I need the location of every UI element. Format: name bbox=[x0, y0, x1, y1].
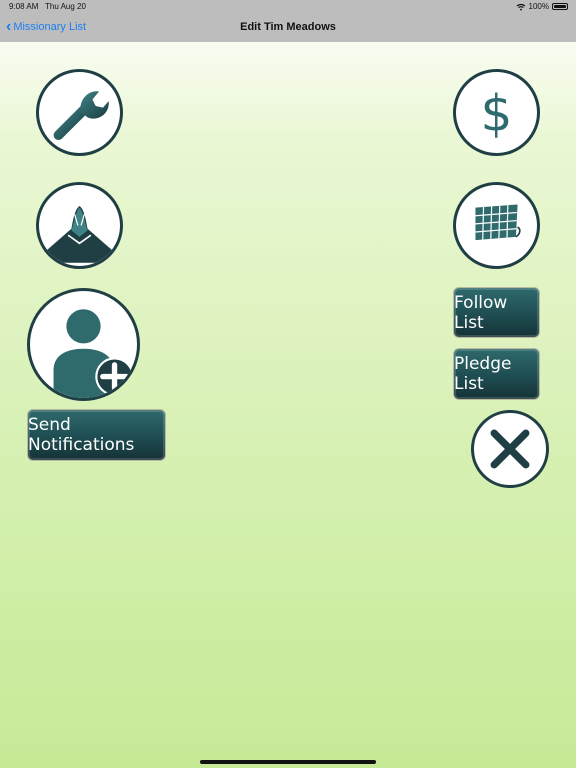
wrench-button[interactable] bbox=[36, 69, 123, 156]
calendar-button[interactable] bbox=[453, 182, 540, 269]
pledge-list-button[interactable]: Pledge List bbox=[453, 348, 540, 400]
home-indicator bbox=[200, 760, 376, 764]
navigation-bar: ‹ Missionary List Edit Tim Meadows bbox=[0, 14, 576, 42]
wrench-icon bbox=[53, 91, 109, 141]
add-person-icon bbox=[53, 309, 134, 398]
close-button[interactable] bbox=[471, 410, 549, 488]
battery-percent: 100% bbox=[528, 2, 549, 11]
dollar-button[interactable]: $ bbox=[453, 69, 540, 156]
status-indicators: 100% bbox=[516, 2, 568, 11]
praying-hands-icon bbox=[45, 206, 114, 263]
add-person-button[interactable] bbox=[27, 288, 140, 401]
battery-icon bbox=[552, 3, 568, 10]
status-clock: 9:08 AM bbox=[9, 2, 39, 11]
close-icon bbox=[490, 429, 530, 469]
follow-list-button[interactable]: Follow List bbox=[453, 287, 540, 338]
status-bar: 9:08 AM Thu Aug 20 100% bbox=[0, 0, 576, 14]
svg-text:$: $ bbox=[481, 83, 513, 142]
status-date: Thu Aug 20 bbox=[45, 2, 86, 11]
dollar-icon: $ bbox=[481, 83, 513, 142]
status-time: 9:08 AM Thu Aug 20 bbox=[9, 2, 86, 11]
wifi-icon bbox=[516, 3, 525, 10]
send-notifications-button[interactable]: Send Notifications bbox=[27, 409, 166, 461]
page-title: Edit Tim Meadows bbox=[240, 21, 336, 33]
calendar-icon bbox=[475, 204, 521, 241]
prayer-button[interactable] bbox=[36, 182, 123, 269]
